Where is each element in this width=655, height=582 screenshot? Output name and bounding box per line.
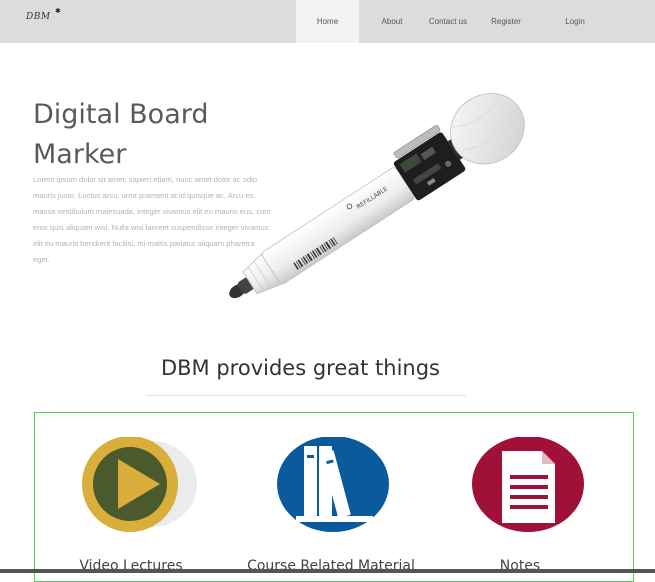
books-icon[interactable] [276, 437, 396, 537]
brand-logo[interactable]: DBM [26, 12, 51, 22]
nav-about[interactable]: About [370, 0, 414, 43]
marker-image: REFILLABLE [229, 93, 525, 299]
nav-register[interactable]: Register [482, 0, 530, 43]
logo-text: DBM [26, 12, 51, 22]
document-icon[interactable] [471, 437, 591, 537]
hero-title: Digital Board Marker [33, 95, 209, 175]
section-divider [146, 395, 466, 396]
bottom-scrollbar [0, 569, 655, 573]
logo-star-icon: ✱ [55, 8, 61, 15]
nav-login[interactable]: Login [552, 0, 598, 43]
navbar: DBM ✱ Home About Contact us Register Log… [0, 0, 655, 43]
nav-contact-us[interactable]: Contact us [420, 0, 476, 43]
features-panel: Video Lectures Course Related Material N… [34, 412, 634, 582]
section-title: DBM provides great things [160, 356, 440, 380]
hero-title-line1: Digital Board [33, 99, 209, 130]
nav-home[interactable]: Home [296, 0, 359, 43]
hero-title-line2: Marker [33, 139, 127, 170]
play-icon[interactable] [82, 437, 202, 537]
